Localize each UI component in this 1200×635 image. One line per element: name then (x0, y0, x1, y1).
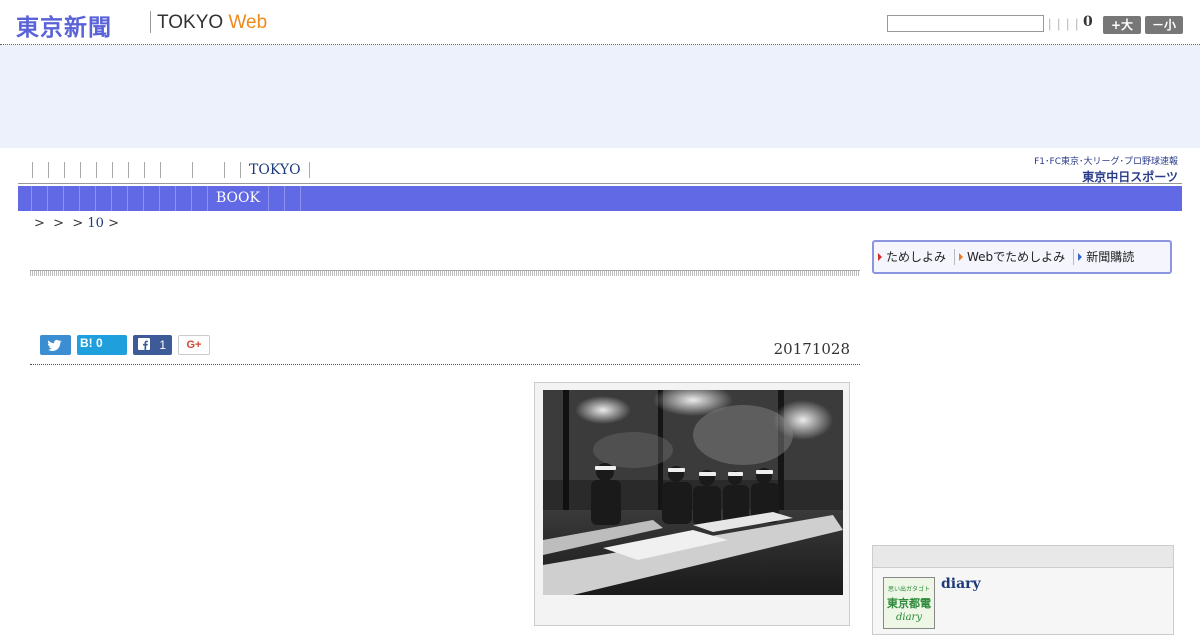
site-logo-en[interactable]: TOKYO Web (157, 12, 267, 34)
top-nav-item[interactable] (192, 162, 224, 178)
category-tab[interactable] (192, 186, 208, 211)
logo-en-suffix: Web (228, 12, 268, 33)
chunichi-sports-link[interactable]: F1･FC東京･大リーグ･プロ野球速報 東京中日スポーツ (1034, 154, 1178, 185)
hatena-icon: B! (80, 336, 93, 350)
shrink-text-button[interactable]: －小 (1145, 16, 1183, 34)
category-tab[interactable] (48, 186, 64, 211)
category-tab[interactable] (80, 186, 96, 211)
breadcrumb-sep: > (72, 216, 84, 231)
category-tab[interactable] (128, 186, 144, 211)
facebook-icon (138, 338, 150, 350)
article-title-rule (30, 270, 860, 276)
category-tab[interactable] (18, 186, 32, 211)
breadcrumb-link[interactable]: 10 (87, 216, 104, 231)
breadcrumb-sep: > (34, 216, 45, 231)
twitter-icon (47, 339, 62, 351)
top-nav: TOKYO (32, 160, 310, 180)
chunichi-tagline: F1･FC東京･大リーグ･プロ野球速報 (1034, 157, 1178, 167)
category-tab[interactable] (96, 186, 112, 211)
diary-title-link[interactable]: diary (941, 576, 981, 592)
logo-divider (150, 11, 151, 33)
factory-workers-photo (543, 390, 843, 595)
breadcrumb: > > > 10 > (34, 216, 119, 231)
web-trial-read-link[interactable]: Webでためしよみ (955, 249, 1075, 265)
google-plus-share-button[interactable]: G+ (178, 335, 210, 355)
site-header: 東京新聞 TOKYO Web | | | | 0 +大 －小 (0, 0, 1200, 45)
breadcrumb-sep: > (108, 216, 119, 231)
diary-thumb-caption: 思い出ガタゴト (887, 586, 930, 593)
advertisement-band (0, 45, 1200, 148)
top-nav-item[interactable] (48, 162, 64, 178)
diary-widget-header (873, 546, 1173, 568)
header-links: | | | | (1048, 16, 1080, 31)
date-divider (30, 364, 860, 365)
twitter-share-button[interactable] (40, 335, 71, 355)
top-nav-item[interactable] (224, 162, 240, 178)
subscription-links: ためしよみ Webでためしよみ 新聞購読 (872, 240, 1172, 274)
hatena-count: 0 (96, 336, 103, 350)
top-nav-item[interactable] (144, 162, 160, 178)
article-date: 20171028 (773, 340, 850, 358)
font-size-value: 0 (1083, 14, 1093, 30)
enlarge-text-button[interactable]: +大 (1103, 16, 1141, 34)
top-nav-item[interactable] (80, 162, 96, 178)
category-tab[interactable] (32, 186, 48, 211)
search-input[interactable] (887, 15, 1044, 32)
diary-widget: 思い出ガタゴト 東京都電 diary diary (872, 545, 1174, 635)
subscribe-link[interactable]: 新聞購読 (1074, 249, 1142, 265)
diary-thumb-title: 東京都電 (887, 597, 931, 610)
category-tab[interactable] (144, 186, 160, 211)
category-tab[interactable] (176, 186, 192, 211)
top-nav-item[interactable] (64, 162, 80, 178)
diary-thumbnail[interactable]: 思い出ガタゴト 東京都電 diary (883, 577, 935, 629)
site-logo-jp[interactable]: 東京新聞 (16, 8, 112, 42)
category-tab[interactable] (160, 186, 176, 211)
breadcrumb-sep: > (53, 216, 65, 231)
top-nav-item[interactable] (32, 162, 48, 178)
category-tab[interactable] (112, 186, 128, 211)
top-nav-item[interactable] (160, 162, 192, 178)
article-photo-frame (534, 382, 850, 626)
top-nav-item[interactable] (96, 162, 112, 178)
category-tab-book[interactable]: BOOK (208, 186, 269, 211)
nav-divider (18, 183, 1182, 184)
facebook-count: 1 (159, 338, 167, 352)
top-nav-item[interactable] (112, 162, 128, 178)
category-nav: BOOK (18, 186, 1182, 211)
hatena-bookmark-button[interactable]: B! 0 (77, 335, 127, 355)
trial-read-link[interactable]: ためしよみ (874, 249, 956, 265)
article-photo[interactable] (543, 390, 843, 595)
facebook-share-button[interactable]: 1 (133, 335, 172, 355)
category-tab[interactable] (269, 186, 285, 211)
logo-en-prefix: TOKYO (157, 12, 224, 33)
top-nav-item-tokyo[interactable]: TOKYO (240, 162, 310, 178)
category-tab[interactable] (285, 186, 301, 211)
diary-thumb-subtitle: diary (896, 612, 922, 623)
top-nav-item[interactable] (128, 162, 144, 178)
category-tab[interactable] (64, 186, 80, 211)
